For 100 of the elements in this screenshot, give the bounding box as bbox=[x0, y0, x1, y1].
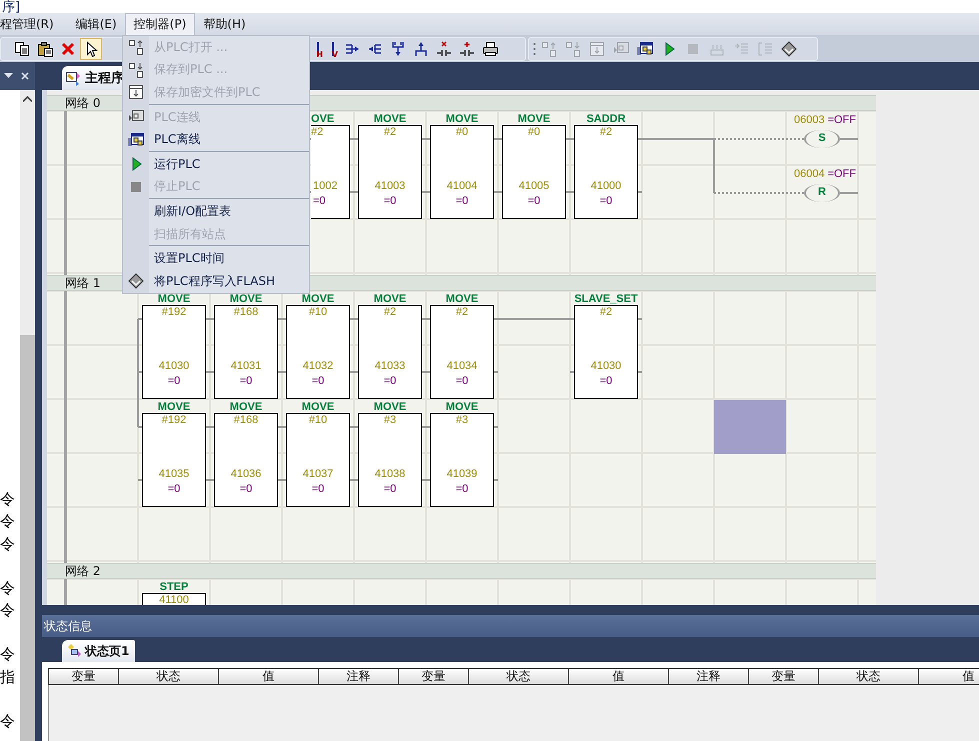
value-text: =0 bbox=[454, 375, 470, 387]
column-header[interactable]: 状态 bbox=[468, 669, 568, 684]
address-text: 41005 bbox=[518, 180, 550, 192]
instruction-block[interactable]: #3 41038 =0 bbox=[358, 413, 422, 507]
operand-text: #2 bbox=[598, 126, 614, 138]
tree-item[interactable]: 令 bbox=[0, 576, 20, 600]
pointer-button[interactable] bbox=[80, 38, 102, 60]
address-text: 06003 bbox=[794, 114, 825, 126]
value-text: =OFF bbox=[828, 114, 856, 126]
column-header[interactable]: 值 bbox=[918, 669, 979, 684]
upload-icon bbox=[128, 39, 144, 56]
coil-symbol[interactable]: S bbox=[804, 130, 840, 148]
instruction-block[interactable]: #3 41039 =0 bbox=[430, 413, 494, 507]
column-header[interactable]: 状态 bbox=[118, 669, 218, 684]
value-text: =0 bbox=[238, 375, 254, 387]
value-text: =0 bbox=[166, 375, 182, 387]
menu-item[interactable]: 编辑(E) bbox=[68, 13, 125, 35]
instruction-name: OVE bbox=[311, 114, 336, 125]
instruction-block[interactable]: #192 41035 =0 bbox=[142, 413, 206, 507]
address-text: 41003 bbox=[374, 180, 406, 192]
menu-item[interactable]: 控制器(P) bbox=[124, 13, 196, 35]
value-text: =OFF bbox=[828, 168, 856, 180]
instruction-name: MOVE bbox=[300, 402, 336, 413]
address-text: 41030 bbox=[590, 360, 622, 372]
instruction-block[interactable]: #10 41032 =0 bbox=[286, 305, 350, 399]
menu-item[interactable]: 帮助(H) bbox=[195, 13, 254, 35]
operand-text: #192 bbox=[160, 414, 188, 426]
column-header[interactable]: 状态 bbox=[818, 669, 918, 684]
instruction-name: STEP bbox=[158, 582, 190, 593]
value-text: =0 bbox=[312, 195, 327, 207]
column-header[interactable]: 变量 bbox=[398, 669, 468, 684]
value-text: =0 bbox=[166, 483, 182, 495]
menu-option[interactable]: 设置PLC时间 bbox=[123, 247, 309, 270]
tree-item[interactable]: 令 bbox=[0, 510, 20, 533]
address-text: 41038 bbox=[374, 468, 406, 480]
address-text: 41034 bbox=[446, 360, 478, 372]
instruction-block[interactable]: #168 41036 =0 bbox=[214, 413, 278, 507]
menu-option[interactable]: 刷新I/O配置表 bbox=[123, 200, 309, 223]
tree-item[interactable]: 令 bbox=[0, 532, 20, 555]
operand-text: #2 bbox=[311, 126, 324, 138]
tree-item[interactable]: 令 bbox=[0, 488, 20, 510]
menu-option[interactable]: 将PLC程序写入FLASH bbox=[123, 270, 309, 293]
value-text: =0 bbox=[598, 195, 614, 207]
delete-icon bbox=[60, 41, 76, 57]
value-text: =0 bbox=[310, 483, 326, 495]
operand-text: #3 bbox=[382, 414, 398, 426]
column-header[interactable]: 变量 bbox=[748, 669, 818, 684]
value-text: =0 bbox=[454, 483, 470, 495]
instruction-block[interactable]: #168 41031 =0 bbox=[214, 305, 278, 399]
network-label: 网络 2 bbox=[65, 564, 100, 578]
instruction-block[interactable]: #192 41030 =0 bbox=[142, 305, 206, 399]
menu-item[interactable]: 程管理(R) bbox=[0, 13, 62, 35]
instruction-block[interactable]: #10 41037 =0 bbox=[286, 413, 350, 507]
tree-item[interactable]: 令 bbox=[0, 710, 20, 732]
tree-item[interactable]: 令 bbox=[0, 643, 20, 666]
tree-item[interactable]: 指 bbox=[0, 666, 20, 688]
instruction-name: MOVE bbox=[300, 294, 336, 305]
flash-chip-icon bbox=[128, 273, 144, 290]
instruction-name: SLAVE_SET bbox=[573, 294, 639, 305]
network-label: 网络 1 bbox=[65, 276, 100, 290]
operand-text: #10 bbox=[308, 414, 328, 426]
address-text: 41032 bbox=[302, 360, 334, 372]
contact-button[interactable]: H bbox=[311, 38, 325, 60]
instruction-block[interactable]: #2 1002 =0 bbox=[311, 125, 350, 219]
download-icon bbox=[589, 41, 605, 57]
instruction-name: MOVE bbox=[516, 114, 552, 125]
instruction-name: SADDR bbox=[585, 114, 627, 125]
address-text: 1002 bbox=[312, 180, 338, 192]
instruction-name: MOVE bbox=[372, 402, 408, 413]
instruction-block[interactable]: #0 41005 =0 bbox=[502, 125, 566, 219]
scrollbar[interactable] bbox=[20, 90, 35, 741]
instruction-block[interactable]: #2 41033 =0 bbox=[358, 305, 422, 399]
contact-button[interactable]: V bbox=[326, 38, 340, 60]
address-text: 41037 bbox=[302, 468, 334, 480]
instruction-name: MOVE bbox=[228, 294, 264, 305]
download-icon bbox=[128, 84, 144, 100]
instruction-block[interactable]: #0 41004 =0 bbox=[430, 125, 494, 219]
instruction-block[interactable]: #2 41000 =0 bbox=[574, 125, 638, 219]
instruction-block[interactable]: #2 41003 =0 bbox=[358, 125, 422, 219]
column-header[interactable]: 值 bbox=[568, 669, 668, 684]
operand-text: #2 bbox=[454, 306, 470, 318]
address-text: 41039 bbox=[446, 468, 478, 480]
status-tab[interactable]: 状态页1 bbox=[62, 640, 136, 662]
instruction-block[interactable]: #2 41034 =0 bbox=[430, 305, 494, 399]
tree-item[interactable]: 令 bbox=[0, 599, 20, 622]
column-header[interactable]: 值 bbox=[218, 669, 318, 684]
column-header[interactable]: 注释 bbox=[668, 669, 748, 684]
menu-option[interactable]: PLC离线 bbox=[123, 128, 309, 151]
operand-text: #0 bbox=[526, 126, 542, 138]
column-header[interactable]: 注释 bbox=[318, 669, 398, 684]
coil-symbol[interactable]: R bbox=[804, 184, 840, 202]
column-header[interactable]: 变量 bbox=[48, 669, 118, 684]
value-text: =0 bbox=[382, 195, 398, 207]
printer-icon bbox=[482, 41, 498, 57]
operand-text: #0 bbox=[454, 126, 470, 138]
instruction-block[interactable]: #2 41030 =0 bbox=[574, 305, 638, 399]
address-text: 41000 bbox=[590, 180, 622, 192]
flash-chip-icon bbox=[781, 41, 797, 57]
menu-option[interactable]: 运行PLC bbox=[123, 152, 309, 176]
instruction-name: MOVE bbox=[228, 402, 264, 413]
